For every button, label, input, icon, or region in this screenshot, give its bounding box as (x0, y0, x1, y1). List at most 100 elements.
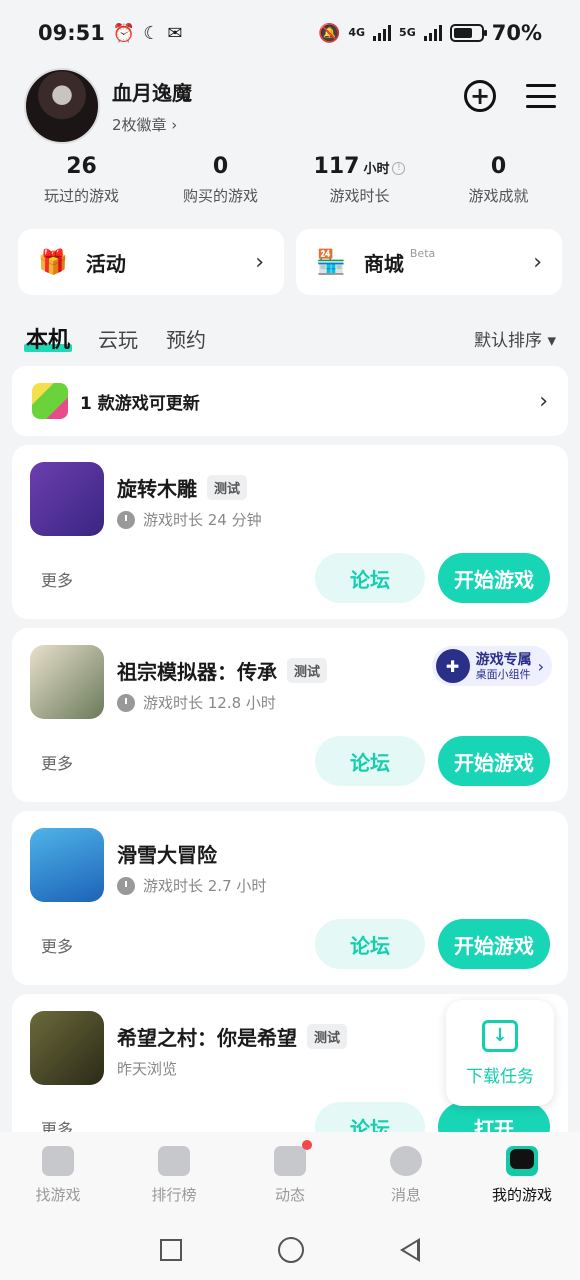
ranking-icon (158, 1146, 190, 1176)
mall-card[interactable]: 🏪 商城 Beta › (296, 229, 562, 295)
nav-label: 我的游戏 (491, 1186, 552, 1204)
stat-label: 游戏成就 (468, 187, 529, 205)
update-banner[interactable]: 1 款游戏可更新 › (12, 366, 568, 436)
badges-link[interactable]: 2枚徽章 › (112, 114, 192, 135)
wechat-icon: ✉ (167, 22, 183, 44)
game-tabs: 本机 云玩 预约 默认排序 ▾ (23, 318, 556, 358)
nav-label: 消息 (390, 1186, 421, 1204)
chevron-right-icon: › (537, 656, 544, 676)
avatar[interactable] (24, 68, 100, 144)
desktop-widget-button[interactable]: ✚ 游戏专属 桌面小组件 › (431, 646, 552, 686)
chevron-right-icon: › (539, 388, 548, 414)
stat-label: 玩过的游戏 (43, 187, 119, 205)
download-icon: ↓ (482, 1019, 518, 1052)
activity-card[interactable]: 🎁 活动 › (18, 229, 284, 295)
stat-playtime[interactable]: 117 小时! 游戏时长 (290, 154, 429, 206)
signal-icon (373, 25, 392, 41)
game-icon[interactable] (30, 462, 104, 536)
network-5g-label: 5G (399, 26, 416, 39)
gamepad-icon: ✚ (435, 649, 470, 683)
nav-label: 找游戏 (35, 1186, 81, 1204)
game-icon[interactable] (30, 645, 104, 719)
stat-achievements[interactable]: 0 游戏成就 (429, 154, 568, 206)
stat-played[interactable]: 26 玩过的游戏 (12, 154, 151, 206)
test-tag: 测试 (307, 1024, 348, 1049)
feed-icon (274, 1140, 312, 1176)
forum-button[interactable]: 论坛 (315, 553, 425, 603)
forum-button[interactable]: 论坛 (315, 736, 425, 786)
tab-cloud[interactable]: 云玩 (98, 324, 138, 353)
start-game-button[interactable]: 开始游戏 (438, 553, 550, 603)
mall-label: 商城 (363, 251, 404, 276)
chevron-right-icon: › (533, 249, 542, 275)
stat-value: 0 (490, 154, 507, 179)
nav-my-games[interactable]: 我的游戏 (464, 1132, 580, 1220)
message-icon (390, 1146, 422, 1176)
gift-icon: 🎁 (38, 248, 68, 276)
timer-icon (117, 876, 135, 895)
game-card: 祖宗模拟器：传承 测试 游戏时长 12.8 小时 ✚ 游戏专属 桌面小组件 › 更多… (12, 628, 568, 802)
recents-icon[interactable] (160, 1239, 182, 1261)
status-time: 09:51 (38, 21, 105, 45)
network-4g-label: 4G (348, 26, 366, 39)
game-icon[interactable] (30, 828, 104, 902)
forum-button[interactable]: 论坛 (315, 919, 425, 969)
bottom-nav: 找游戏 排行榜 动态 消息 我的游戏 (0, 1132, 580, 1220)
play-time: 游戏时长 2.7 小时 (143, 877, 267, 895)
nav-find-games[interactable]: 找游戏 (0, 1132, 116, 1220)
game-name[interactable]: 希望之村：你是希望 (117, 1022, 297, 1051)
nav-messages[interactable]: 消息 (348, 1132, 464, 1220)
status-bar: 09:51 ⏰ ☾ ✉ 🔕 4G 5G 70% (0, 0, 580, 66)
stat-label: 游戏时长 (329, 187, 390, 205)
start-game-button[interactable]: 开始游戏 (438, 919, 550, 969)
update-text: 1 款游戏可更新 (80, 393, 200, 414)
game-card: 旋转木雕 测试 游戏时长 24 分钟 更多 论坛 开始游戏 (12, 445, 568, 619)
stat-purchased[interactable]: 0 购买的游戏 (151, 154, 290, 206)
activity-label: 活动 (85, 251, 126, 276)
game-name[interactable]: 旋转木雕 (117, 473, 197, 502)
more-button[interactable]: 更多 (41, 567, 73, 591)
test-tag: 测试 (287, 658, 328, 683)
sort-dropdown[interactable]: 默认排序 ▾ (474, 326, 556, 351)
tab-reserve[interactable]: 预约 (166, 324, 206, 353)
game-icon (32, 383, 68, 419)
find-games-icon (42, 1146, 74, 1176)
menu-icon[interactable] (526, 84, 556, 108)
game-card: 滑雪大冒险 游戏时长 2.7 小时 更多 论坛 开始游戏 (12, 811, 568, 985)
start-game-button[interactable]: 开始游戏 (438, 736, 550, 786)
tab-local[interactable]: 本机 (23, 322, 73, 354)
store-icon: 🏪 (316, 248, 346, 276)
game-name[interactable]: 祖宗模拟器：传承 (117, 656, 277, 685)
nav-label: 动态 (274, 1186, 305, 1204)
timer-icon (117, 510, 135, 529)
play-time: 游戏时长 24 分钟 (143, 511, 262, 529)
back-icon[interactable] (400, 1238, 420, 1262)
stats-row: 26 玩过的游戏 0 购买的游戏 117 小时! 游戏时长 0 游戏成就 (12, 154, 568, 206)
nav-ranking[interactable]: 排行榜 (116, 1132, 232, 1220)
more-button[interactable]: 更多 (41, 933, 73, 957)
home-icon[interactable] (278, 1237, 304, 1263)
gamepad-icon (506, 1146, 538, 1176)
beta-badge: Beta (409, 247, 436, 260)
nav-label: 排行榜 (151, 1186, 197, 1204)
info-icon[interactable]: ! (392, 162, 406, 175)
stat-value: 117 (313, 154, 360, 179)
browse-time: 昨天浏览 (117, 1060, 178, 1078)
moon-icon: ☾ (143, 22, 160, 44)
battery-icon (449, 24, 487, 42)
widget-subtitle: 桌面小组件 (475, 667, 531, 681)
signal-icon (423, 25, 442, 41)
download-tasks-button[interactable]: ↓ 下载任务 (446, 1000, 554, 1106)
game-icon[interactable] (30, 1011, 104, 1085)
alarm-icon: ⏰ (112, 22, 136, 44)
add-icon[interactable]: + (464, 80, 496, 112)
game-name[interactable]: 滑雪大冒险 (117, 839, 217, 868)
nav-feed[interactable]: 动态 (232, 1132, 348, 1220)
username[interactable]: 血月逸魔 (112, 77, 192, 106)
play-time: 游戏时长 12.8 小时 (143, 694, 276, 712)
stat-value: 0 (212, 154, 229, 179)
download-tasks-label: 下载任务 (466, 1066, 534, 1087)
stat-label: 购买的游戏 (182, 187, 258, 205)
notification-dot (302, 1140, 312, 1150)
more-button[interactable]: 更多 (41, 750, 73, 774)
